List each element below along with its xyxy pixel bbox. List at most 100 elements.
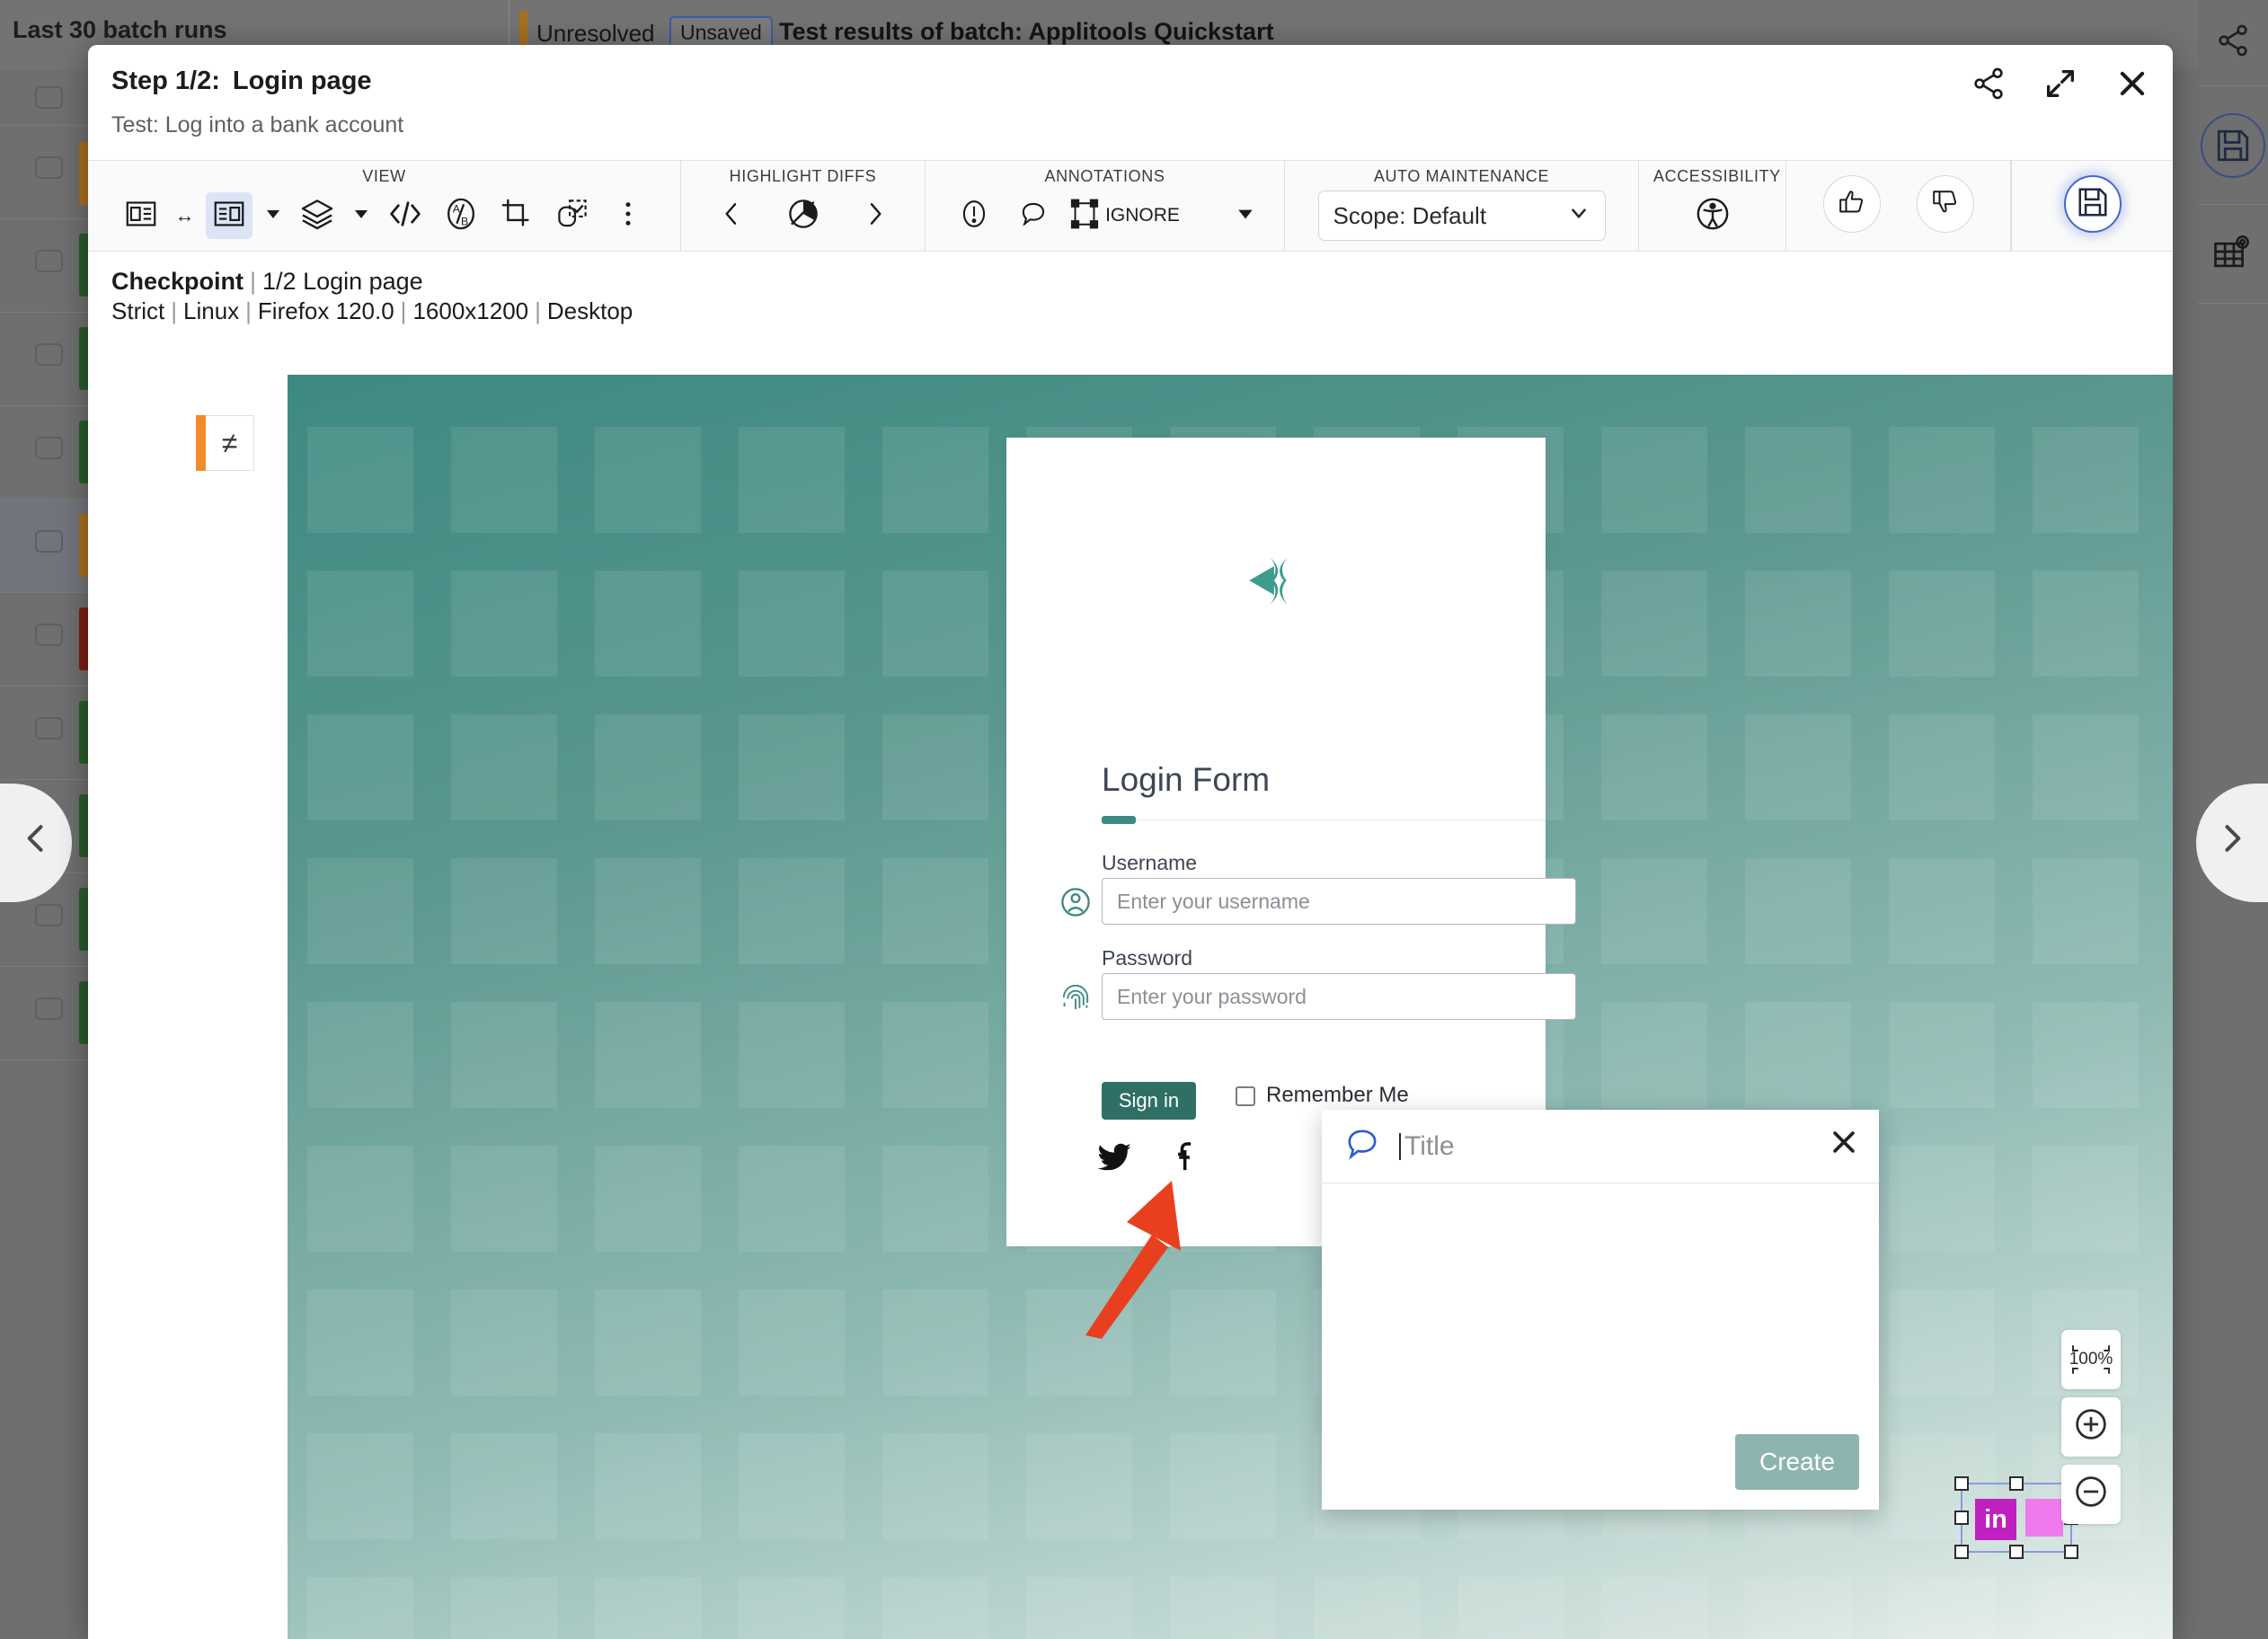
row-checkbox[interactable] (35, 250, 63, 272)
thumbs-up-button[interactable] (1822, 175, 1881, 233)
accessibility-button[interactable] (1689, 192, 1736, 239)
red-arrow-annotation[interactable] (1085, 1168, 1247, 1343)
right-rail-share-button[interactable] (2198, 0, 2268, 86)
background-square (595, 1002, 701, 1108)
region-select-button[interactable] (549, 192, 596, 239)
row-checkbox[interactable] (35, 717, 63, 740)
password-label: Password (1102, 946, 1192, 970)
username-label: Username (1102, 851, 1198, 874)
more-options-button[interactable] (605, 192, 651, 239)
chevron-left-icon (16, 819, 56, 868)
annotation-close-button[interactable] (1829, 1127, 1859, 1165)
background-square (739, 1289, 845, 1395)
right-rail-grid-settings-button[interactable] (2198, 205, 2268, 304)
layers-button[interactable] (294, 192, 341, 239)
login-form-title: Login Form (1102, 761, 1271, 798)
grid-settings-icon (2212, 231, 2254, 277)
background-square (595, 427, 701, 533)
row-checkbox[interactable] (35, 530, 63, 553)
comment-annotation-icon (1017, 198, 1050, 235)
comment-annotation-button[interactable] (1010, 192, 1057, 239)
bug-annotation-button[interactable] (951, 192, 997, 239)
zoom-fit-button[interactable]: 100% (2061, 1330, 2121, 1389)
table-row[interactable] (0, 406, 99, 500)
sign-in-button[interactable]: Sign in (1102, 1082, 1196, 1120)
row-checkbox[interactable] (35, 343, 63, 366)
view-dropdown-button[interactable] (261, 192, 285, 239)
row-checkbox[interactable] (35, 86, 63, 109)
table-row-selected[interactable] (0, 500, 99, 593)
table-row[interactable] (0, 70, 99, 126)
thumbs-down-icon (1930, 187, 1961, 222)
modal-close-button[interactable] (2112, 65, 2153, 106)
table-row[interactable] (0, 219, 99, 313)
annotation-popup-body[interactable]: Create (1322, 1183, 1879, 1510)
right-rail-save-button[interactable] (2198, 86, 2268, 205)
table-row[interactable] (0, 967, 99, 1060)
checkpoint-meta-browser: Firefox 120.0 (257, 297, 394, 324)
ignore-region-label: IGNORE (1105, 205, 1180, 226)
username-input[interactable]: Enter your username (1102, 878, 1576, 925)
background-square (451, 714, 557, 820)
prev-diff-button[interactable] (708, 192, 755, 239)
scope-select[interactable]: Scope: Default (1317, 190, 1606, 241)
save-button[interactable] (2063, 175, 2122, 233)
toolbar-group-highlight-diffs: HIGHLIGHT DIFFS (681, 161, 926, 251)
chevron-down-icon (1567, 201, 1590, 231)
code-view-button[interactable] (382, 192, 429, 239)
swap-arrows-icon: ↔ (174, 204, 195, 226)
table-row[interactable] (0, 313, 99, 406)
resize-handle-top-middle[interactable] (2009, 1476, 2024, 1491)
ignore-region-button[interactable]: IGNORE (1069, 192, 1180, 239)
background-square (595, 571, 701, 677)
resize-handle-bottom-left[interactable] (1954, 1545, 1969, 1559)
side-by-side-view-button[interactable] (118, 192, 164, 239)
background-square (1601, 571, 1707, 677)
password-input[interactable]: Enter your password (1102, 973, 1576, 1020)
remember-me-checkbox[interactable] (1236, 1086, 1255, 1106)
checkpoint-meta-os: Linux (183, 297, 240, 324)
background-square (1745, 858, 1851, 964)
zoom-out-button[interactable] (2061, 1465, 2121, 1524)
modal-expand-button[interactable] (2040, 65, 2081, 106)
checkpoint-screenshot[interactable]: Login Form Username Enter your username … (288, 375, 2173, 1639)
resize-handle-top-left[interactable] (1954, 1476, 1969, 1491)
background-square (307, 571, 413, 677)
accessibility-icon (1694, 195, 1732, 237)
layers-dropdown-button[interactable] (350, 192, 373, 239)
row-checkbox[interactable] (35, 437, 63, 459)
toolbar-group-verdict (1786, 161, 2011, 251)
zoom-in-button[interactable] (2061, 1397, 2121, 1457)
modal-title: Step 1/2: Login page (111, 66, 372, 96)
background-square (451, 571, 557, 677)
table-row[interactable] (0, 126, 99, 219)
table-row[interactable] (0, 687, 99, 780)
single-view-button[interactable] (205, 192, 252, 239)
row-checkbox[interactable] (35, 624, 63, 646)
row-checkbox[interactable] (35, 997, 63, 1020)
background-square (739, 427, 845, 533)
resize-handle-bottom-middle[interactable] (2009, 1545, 2024, 1559)
ab-compare-button[interactable]: A B (438, 192, 484, 239)
next-diff-button[interactable] (852, 192, 899, 239)
row-checkbox[interactable] (35, 156, 63, 179)
resize-handle-middle-left[interactable] (1954, 1511, 1969, 1525)
selected-diff-region[interactable]: in (1954, 1476, 2078, 1559)
annotations-dropdown-button[interactable] (1232, 192, 1259, 239)
diff-status-badge[interactable]: ≠ (196, 415, 254, 471)
resize-handle-bottom-right[interactable] (2064, 1545, 2078, 1559)
crop-button[interactable] (493, 192, 540, 239)
diff-highlight-button[interactable] (780, 192, 827, 239)
row-checkbox[interactable] (35, 904, 63, 926)
annotation-create-button[interactable]: Create (1735, 1434, 1859, 1490)
table-row[interactable] (0, 593, 99, 687)
modal-share-button[interactable] (1968, 65, 2009, 106)
background-square (1026, 1433, 1132, 1539)
thumbs-down-button[interactable] (1916, 175, 1974, 233)
background-square (1601, 858, 1707, 964)
background-square (1889, 427, 1995, 533)
more-options-icon (616, 199, 640, 233)
background-square (1314, 1577, 1420, 1639)
background-square (595, 1289, 701, 1395)
annotation-title-input[interactable]: Title (1399, 1132, 1829, 1160)
